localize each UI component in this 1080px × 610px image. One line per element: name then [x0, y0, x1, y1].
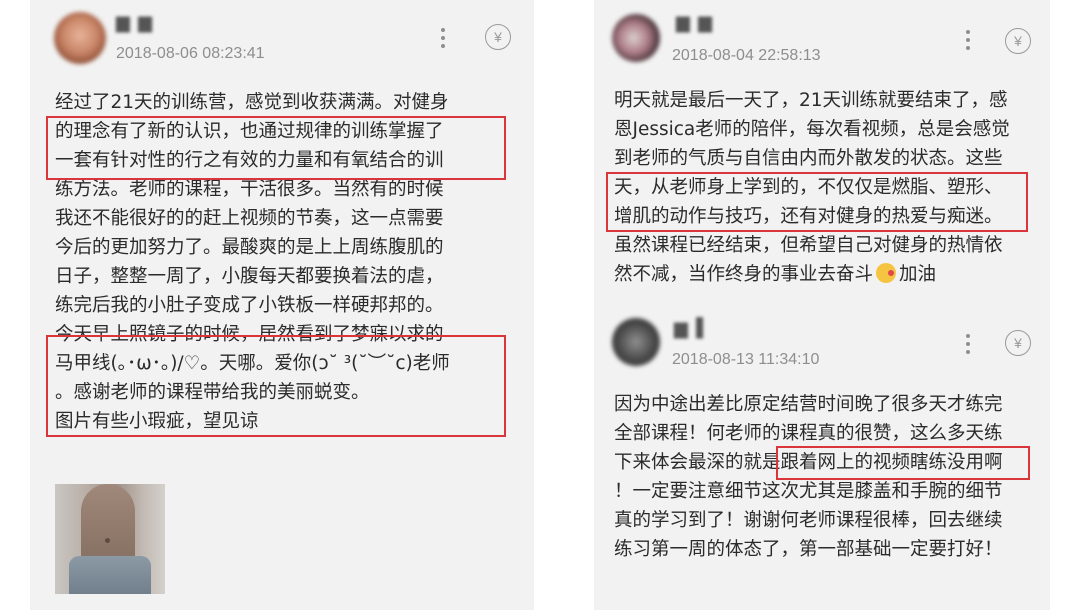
more-options-icon[interactable] [965, 334, 971, 354]
highlight-box [46, 335, 506, 437]
comment-text-line: 全部课程！何老师的课程真的很赞，这么多天练 [614, 423, 1003, 444]
comment-text-line: ！一定要注意细节这次尤其是膝盖和手腕的细节 [614, 481, 1003, 502]
highlight-box [606, 172, 1028, 232]
attached-photo[interactable] [55, 484, 165, 594]
highlight-box [46, 116, 506, 180]
comment-text-segment: 然不减，当作终身的事业去奋斗 [614, 264, 874, 285]
tip-button[interactable]: ¥ [1005, 28, 1031, 54]
photo-jeans [69, 556, 151, 594]
comment-text-line: 经过了21天的训练营，感觉到收获满满。对健身 [55, 92, 449, 113]
comment-text-line: 日子，整整一周了，小腹每天都要换着法的虐， [55, 266, 444, 287]
timestamp: 2018-08-04 22:58:13 [672, 47, 821, 64]
avatar[interactable] [612, 318, 660, 366]
comment-text-line: 我还不能很好的的赶上视频的节奏，这一点需要 [55, 208, 444, 229]
avatar[interactable] [54, 12, 106, 64]
comment-text-line: 明天就是最后一天了，21天训练就要结束了，感 [614, 90, 1008, 111]
comment-text-line: 真的学习到了！谢谢何老师课程很棒，回去继续 [614, 510, 1003, 531]
username: ▆ ▆ [116, 12, 153, 33]
comment-text-line: 恩Jessica老师的陪伴，每次看视频，总是会感觉 [614, 119, 1010, 140]
username: ▆ ▌ [674, 318, 711, 339]
tip-button[interactable]: ¥ [1005, 330, 1031, 356]
comment-text-line: 到老师的气质与自信由内而外散发的状态。这些 [614, 148, 1003, 169]
avatar[interactable] [612, 14, 660, 62]
more-options-icon[interactable] [440, 28, 446, 48]
more-options-icon[interactable] [965, 30, 971, 50]
kiss-emoji-icon [876, 263, 897, 283]
comment-text-line: 练完后我的小肚子变成了小铁板一样硬邦邦的。 [55, 295, 444, 316]
username: ▆ ▆ [676, 12, 713, 33]
comment-text-line: 虽然课程已经结束，但希望自己对健身的热情依 [614, 235, 1003, 256]
highlight-box [776, 446, 1030, 480]
comment-text-line: 今后的更加努力了。最酸爽的是上上周练腹肌的 [55, 237, 444, 258]
comment-last-line: 然不减，当作终身的事业去奋斗 加油 [614, 260, 936, 289]
comment-text-segment: 加油 [899, 264, 937, 285]
comment-text-line: 因为中途出差比原定结营时间晚了很多天才练完 [614, 394, 1003, 415]
timestamp: 2018-08-06 08:23:41 [116, 45, 265, 62]
photo-detail [105, 538, 110, 543]
comment-text-line: 练习第一周的体态了，第一部基础一定要打好！ [614, 539, 1003, 560]
tip-button[interactable]: ¥ [485, 24, 511, 50]
timestamp: 2018-08-13 11:34:10 [672, 351, 820, 368]
